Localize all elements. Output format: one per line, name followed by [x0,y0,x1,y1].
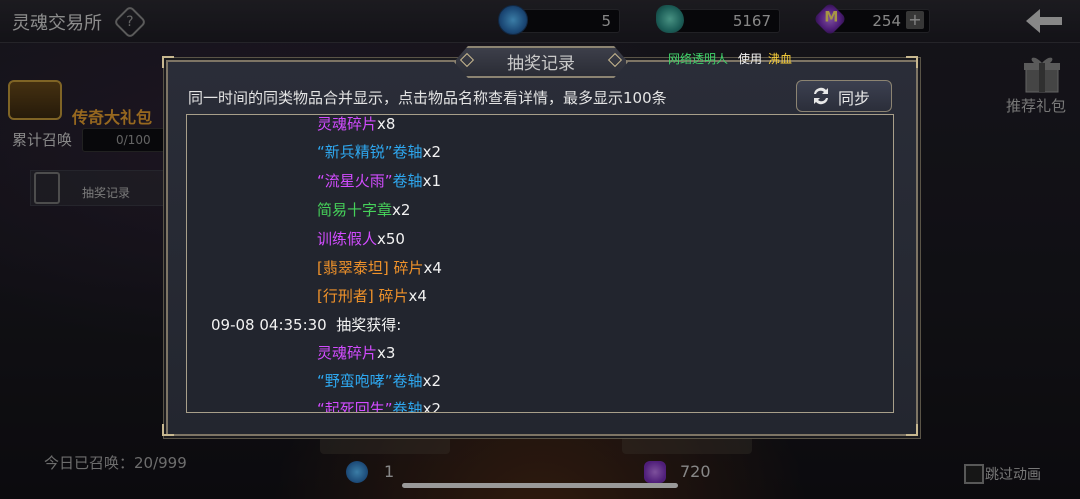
log-item[interactable]: “新兵精锐”卷轴x2 [317,141,441,162]
log-item[interactable]: 灵魂碎片x8 [317,115,395,134]
dialog-title: 抽奖记录 [507,54,575,74]
log-item[interactable]: 灵魂碎片x3 [317,342,395,363]
broadcast-user: 网络透明人 [668,52,729,66]
corner-ornament [162,56,174,68]
log-item[interactable]: 简易十字章x2 [317,199,410,220]
lottery-log-list[interactable]: 灵魂碎片x8 “新兵精锐”卷轴x2 “流星火雨”卷轴x1 简易十字章x2 训练假… [186,114,894,413]
log-item[interactable]: [行刑者] 碎片x4 [317,285,427,306]
log-item[interactable]: “起死回生”卷轴x2 [317,398,441,412]
broadcast-verb: 使用 [738,52,763,66]
corner-ornament [906,424,918,436]
corner-ornament [906,56,918,68]
corner-ornament [162,424,174,436]
home-indicator[interactable] [402,483,678,488]
log-item[interactable]: [翡翠泰坦] 碎片x4 [317,257,442,278]
sync-icon[interactable] [810,85,832,107]
log-item[interactable]: “野蛮咆哮”卷轴x2 [317,370,441,391]
broadcast-item: 沸血 [768,52,793,66]
sync-button-label[interactable]: 同步 [838,85,870,109]
dialog-description: 同一时间的同类物品合并显示，点击物品名称查看详情，最多显示100条 [188,89,667,107]
log-timestamp: 09-08 04:35:30 抽奖获得: [211,316,402,334]
log-item[interactable]: “流星火雨”卷轴x1 [317,170,441,191]
log-item[interactable]: 训练假人x50 [317,228,405,249]
